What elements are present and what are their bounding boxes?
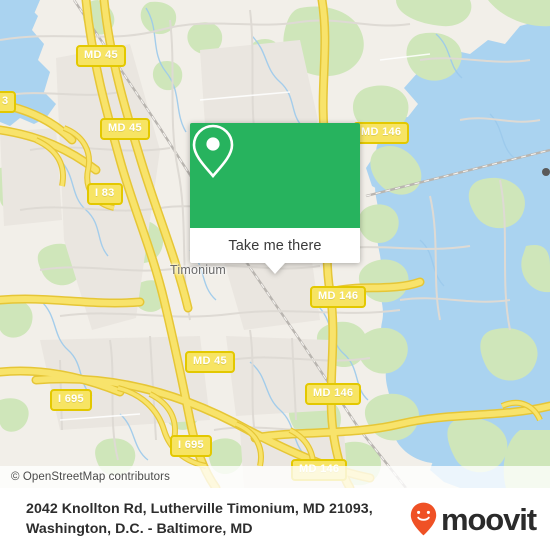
road-shield-label: 3 xyxy=(2,95,9,107)
moovit-pin-icon xyxy=(410,502,437,536)
road-shield-label: MD 146 xyxy=(318,290,359,302)
road-shield-label: I 83 xyxy=(95,187,115,199)
address-line-2: Washington, D.C. - Baltimore, MD xyxy=(26,521,253,537)
road-shield: MD 146 xyxy=(305,383,362,405)
road-shield: I 695 xyxy=(50,389,92,411)
road-shield-label: I 695 xyxy=(58,393,84,405)
moovit-logo: moovit xyxy=(410,501,537,537)
moovit-wordmark: moovit xyxy=(440,501,537,537)
road-shield: MD 146 xyxy=(353,122,410,144)
road-shield: I 83 xyxy=(87,183,123,205)
place-label-timonium: Timonium xyxy=(170,263,227,277)
map-attribution-bar: © OpenStreetMap contributors xyxy=(0,466,550,488)
destination-popup[interactable]: Take me there xyxy=(190,123,360,274)
osm-attribution-text: © OpenStreetMap contributors xyxy=(11,471,170,483)
road-shield: MD 45 xyxy=(185,351,235,373)
road-shield-label: I 695 xyxy=(178,439,204,451)
road-shield: MD 45 xyxy=(100,118,150,140)
edge-marker xyxy=(542,168,550,176)
road-shield: 3 xyxy=(0,91,17,113)
popup-header xyxy=(190,123,360,228)
footer-bar: 2042 Knollton Rd, Lutherville Timonium, … xyxy=(0,488,550,550)
road-shield-label: MD 146 xyxy=(313,387,354,399)
map-canvas[interactable]: MD 45 3 MD 45 MD 146 I 83 MD 146 MD 45 I… xyxy=(0,0,550,488)
road-shield: I 695 xyxy=(170,435,212,457)
address-line-1: 2042 Knollton Rd, Lutherville Timonium, … xyxy=(26,501,373,517)
map-screenshot: MD 45 3 MD 45 MD 146 I 83 MD 146 MD 45 I… xyxy=(0,0,550,550)
address-block: 2042 Knollton Rd, Lutherville Timonium, … xyxy=(26,499,373,539)
road-shield: MD 146 xyxy=(310,286,367,308)
road-shield-label: MD 45 xyxy=(193,355,227,367)
road-shield-label: MD 45 xyxy=(84,49,118,61)
map-pin-icon xyxy=(192,124,234,179)
take-me-there-button[interactable]: Take me there xyxy=(190,228,360,263)
take-me-there-label: Take me there xyxy=(228,237,322,254)
road-shield: MD 45 xyxy=(76,45,126,67)
road-shield-label: MD 146 xyxy=(361,126,402,138)
road-shield-label: MD 45 xyxy=(108,122,142,134)
popup-tail xyxy=(265,263,285,274)
